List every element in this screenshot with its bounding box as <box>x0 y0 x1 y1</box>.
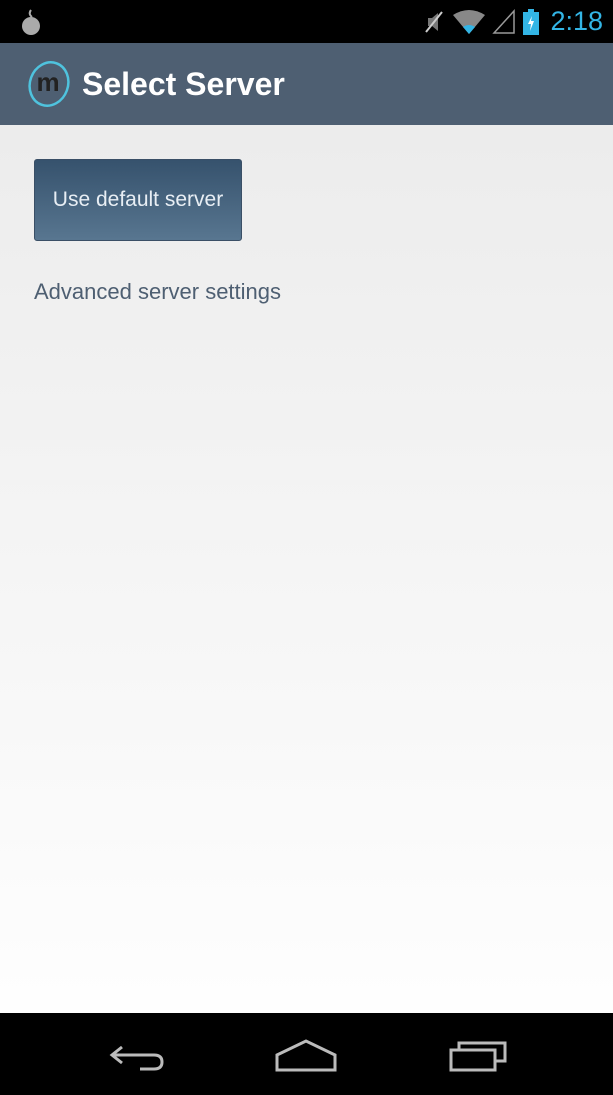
action-bar: m Select Server <box>0 43 613 125</box>
wifi-icon <box>453 9 486 34</box>
signal-icon <box>492 8 516 34</box>
advanced-server-settings-link[interactable]: Advanced server settings <box>34 279 281 305</box>
app-logo-icon[interactable]: m <box>24 60 72 108</box>
navigation-bar <box>0 1013 613 1095</box>
page-title: Select Server <box>82 65 285 102</box>
battery-charging-icon <box>523 8 540 35</box>
home-icon[interactable] <box>271 1033 341 1077</box>
back-icon[interactable] <box>102 1033 172 1077</box>
recents-icon[interactable] <box>443 1033 513 1077</box>
svg-text:m: m <box>36 67 59 97</box>
status-bar: 2:18 <box>0 0 613 43</box>
main-content: Use default server Advanced server setti… <box>0 125 613 1013</box>
app-notification-icon <box>22 9 40 35</box>
clock: 2:18 <box>550 6 603 36</box>
use-default-server-button[interactable]: Use default server <box>34 159 242 241</box>
mute-icon <box>425 10 444 33</box>
